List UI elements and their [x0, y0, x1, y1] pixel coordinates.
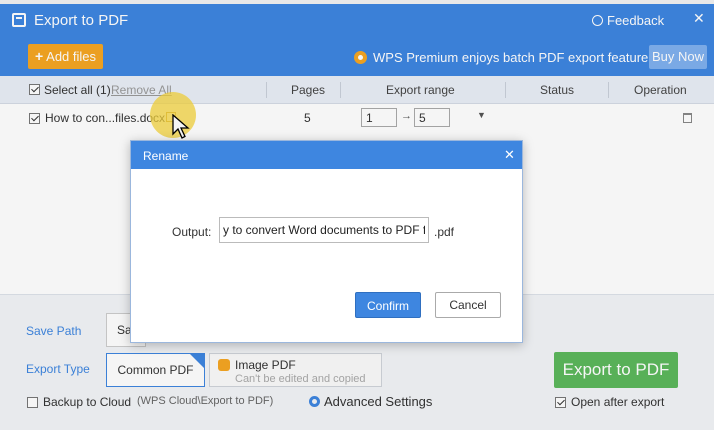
output-label: Output: — [172, 225, 212, 239]
output-filename-input[interactable] — [219, 217, 429, 243]
dialog-header: Rename ✕ — [131, 141, 522, 169]
rename-dialog: Rename ✕ Output: .pdf Confirm Cancel — [130, 140, 523, 343]
dialog-title: Rename — [143, 149, 189, 163]
file-extension: .pdf — [434, 225, 455, 239]
cancel-button[interactable]: Cancel — [435, 292, 501, 318]
confirm-button[interactable]: Confirm — [355, 292, 421, 318]
dialog-close-icon[interactable]: ✕ — [504, 147, 515, 163]
